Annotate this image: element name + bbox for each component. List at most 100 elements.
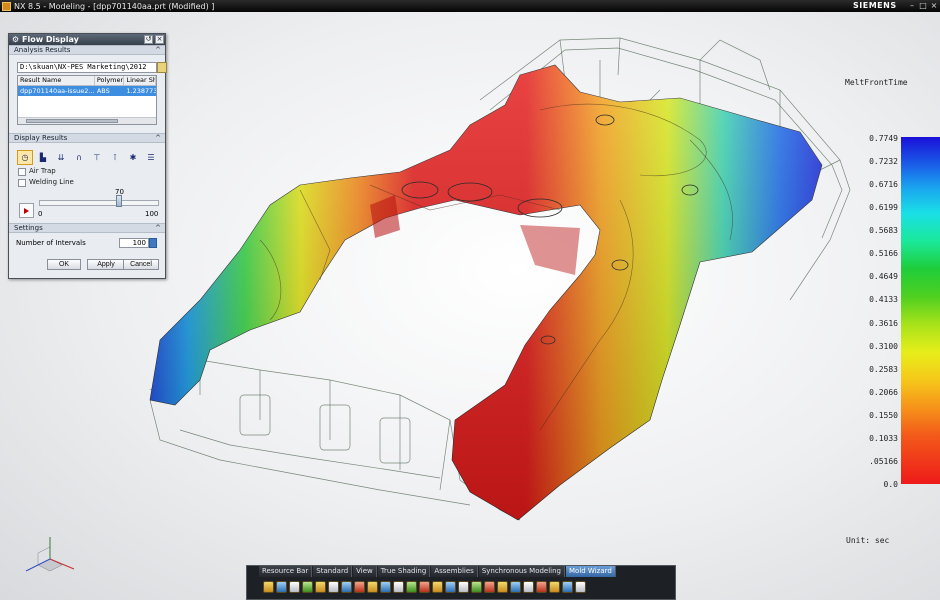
tool-icon[interactable] <box>302 581 313 593</box>
legend-tick-label: 0.4133 <box>869 295 898 305</box>
pressure-icon[interactable]: ⇊ <box>53 150 69 165</box>
tab-resource-bar[interactable]: Resource Bar <box>259 566 313 577</box>
reset-icon[interactable]: ↺ <box>144 35 153 44</box>
display-results-header[interactable]: Display Results ^ <box>9 133 165 143</box>
chevron-up-icon[interactable]: ^ <box>155 134 161 142</box>
legend-tick-label: 0.1033 <box>869 433 898 443</box>
legend-tick-label: 0.2066 <box>869 387 898 397</box>
chevron-up-icon[interactable]: ^ <box>155 46 161 54</box>
legend-color-bar <box>901 137 940 484</box>
temperature-icon[interactable]: ⊤ <box>89 150 105 165</box>
tab-standard[interactable]: Standard <box>313 566 353 577</box>
legend-units: Unit: sec <box>846 536 890 545</box>
row-polymer: ABS <box>96 87 110 95</box>
tool-icon[interactable] <box>276 581 287 593</box>
results-table-header: Result Name Polymer Linear Sh <box>18 76 156 86</box>
tool-icon[interactable] <box>289 581 300 593</box>
close-dialog-icon[interactable]: × <box>155 35 164 44</box>
tool-icon[interactable] <box>562 581 573 593</box>
tool-icon[interactable] <box>497 581 508 593</box>
slider-max-label: 100 <box>145 210 159 218</box>
intervals-label: Number of Intervals <box>16 239 86 247</box>
tab-mold-wizard[interactable]: Mold Wizard <box>566 566 616 577</box>
legend-tick-label: 0.5683 <box>869 226 898 236</box>
cancel-button[interactable]: Cancel <box>123 259 159 270</box>
row-result-name: dpp701140aa-issue2... <box>20 87 95 95</box>
legend-tick-label: 0.5166 <box>869 249 898 259</box>
legend-tick-label: 0.6716 <box>869 180 898 190</box>
apply-button[interactable]: Apply <box>87 259 125 270</box>
tool-icon[interactable] <box>419 581 430 593</box>
tab-assemblies[interactable]: Assemblies <box>431 566 478 577</box>
welding-line-label: Welding Line <box>29 178 74 186</box>
analysis-results-header[interactable]: Analysis Results ^ <box>9 45 165 55</box>
tool-icon[interactable] <box>341 581 352 593</box>
tool-icon[interactable] <box>549 581 560 593</box>
legend-tick-label: 0.1550 <box>869 410 898 420</box>
intervals-input[interactable]: 100 <box>119 238 149 248</box>
tool-icon[interactable] <box>406 581 417 593</box>
gear-icon[interactable]: ⚙ <box>11 35 20 44</box>
tool-icon[interactable] <box>328 581 339 593</box>
tool-icon[interactable] <box>263 581 274 593</box>
table-horizontal-scrollbar[interactable] <box>18 117 156 124</box>
legend-tick-label: .05166 <box>869 456 898 466</box>
flow-result-part <box>149 64 823 521</box>
column-result-name[interactable]: Result Name <box>18 76 95 85</box>
list-icon[interactable]: ☰ <box>143 150 159 165</box>
air-trap-checkbox[interactable] <box>18 168 26 176</box>
tab-synchronous-modeling[interactable]: Synchronous Modeling <box>478 566 565 577</box>
tool-icon[interactable] <box>354 581 365 593</box>
tool-icon[interactable] <box>445 581 456 593</box>
tool-icon[interactable] <box>393 581 404 593</box>
legend-title: MeltFrontTime <box>845 78 908 87</box>
animate-play-button[interactable] <box>19 203 34 218</box>
results-path-field[interactable]: D:\skuan\NX-PES Marketing\2012 <box>17 62 157 73</box>
legend-tick-label: 0.0 <box>883 480 898 489</box>
tool-icon[interactable] <box>315 581 326 593</box>
ok-button[interactable]: OK <box>47 259 81 270</box>
tool-icon[interactable] <box>432 581 443 593</box>
legend-tick-label: 0.6199 <box>869 203 898 213</box>
tool-icon[interactable] <box>458 581 469 593</box>
scrollbar-thumb[interactable] <box>26 119 118 123</box>
dialog-title: Flow Display <box>22 35 79 44</box>
tool-icon[interactable] <box>367 581 378 593</box>
animation-slider-thumb[interactable] <box>116 195 122 207</box>
legend-tick-label: 0.4649 <box>869 272 898 282</box>
column-linear-shrinkage[interactable]: Linear Sh <box>124 76 156 85</box>
slider-min-label: 0 <box>38 210 43 218</box>
tool-icon[interactable] <box>471 581 482 593</box>
fill-pattern-icon[interactable]: ▙ <box>35 150 51 165</box>
flow-path-icon[interactable]: ∩ <box>71 150 87 165</box>
column-polymer[interactable]: Polymer <box>95 76 125 85</box>
tab-view[interactable]: View <box>353 566 377 577</box>
ribbon-toolbar: Resource Bar Standard View True Shading Asse… <box>246 565 676 600</box>
legend-tick-label: 0.2583 <box>869 364 898 374</box>
tool-icon[interactable] <box>510 581 521 593</box>
legend-tick-label: 0.7749 <box>869 134 898 143</box>
tool-icon[interactable] <box>523 581 534 593</box>
tool-icon[interactable] <box>536 581 547 593</box>
results-table[interactable]: Result Name Polymer Linear Sh dpp701140a… <box>17 75 157 125</box>
axis-triad-icon <box>25 537 75 572</box>
settings-header[interactable]: Settings ^ <box>9 223 165 233</box>
tool-icon[interactable] <box>484 581 495 593</box>
mold-wizard-tools <box>247 577 675 593</box>
tab-true-shading[interactable]: True Shading <box>377 566 431 577</box>
tool-icon[interactable] <box>380 581 391 593</box>
air-trap-icon[interactable]: ✱ <box>125 150 141 165</box>
tool-icon[interactable] <box>575 581 586 593</box>
legend-tick-label: 0.7232 <box>869 157 898 167</box>
shear-icon[interactable]: ⊺ <box>107 150 123 165</box>
legend-tick-label: 0.3100 <box>869 341 898 351</box>
air-trap-label: Air Trap <box>29 167 56 175</box>
toolbar-tabs: Resource Bar Standard View True Shading Asse… <box>247 566 675 577</box>
melt-front-time-icon[interactable]: ◷ <box>17 150 33 165</box>
chevron-up-icon[interactable]: ^ <box>155 224 161 232</box>
animation-slider-track[interactable] <box>39 200 159 206</box>
table-row[interactable]: dpp701140aa-issue2... ABS 1.238773 <box>18 86 156 96</box>
intervals-spinner[interactable] <box>149 238 157 248</box>
welding-line-checkbox[interactable] <box>18 179 26 187</box>
open-folder-icon[interactable] <box>157 62 167 73</box>
